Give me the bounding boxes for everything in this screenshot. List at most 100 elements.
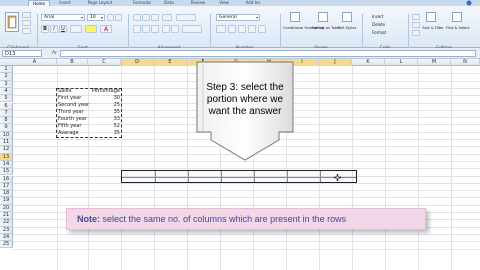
currency-icon[interactable] [216,25,226,33]
shrink-font-icon[interactable] [115,14,122,21]
increase-decimal-icon[interactable] [248,25,256,33]
row-header[interactable]: 20 [0,204,13,212]
align-middle-icon[interactable] [142,14,150,21]
conditional-formatting-icon[interactable] [290,12,300,22]
delete-cells-button[interactable]: Delete [372,22,385,27]
increase-indent-icon[interactable] [171,25,179,33]
paste-icon[interactable] [5,12,19,32]
row-header[interactable]: 8 [0,117,13,125]
column-header[interactable]: E [154,59,187,66]
table-row-label[interactable]: First year [58,95,81,102]
align-top-icon[interactable] [133,14,141,21]
table-row-value[interactable]: 35 [88,109,120,116]
font-size-select[interactable]: 10 ▾ [87,14,105,21]
row-header[interactable]: 15 [0,168,13,176]
grow-font-icon[interactable] [107,14,114,21]
format-cells-button[interactable]: Format [372,30,386,35]
row-header[interactable]: 14 [0,160,13,169]
row-header[interactable]: 3 [0,80,13,88]
align-center-icon[interactable] [142,25,150,33]
table-header-percentage[interactable]: Percentage [88,88,120,95]
formula-input[interactable] [60,50,476,57]
insert-function-icon[interactable]: fx [52,50,57,56]
autosum-icon[interactable] [412,14,420,20]
row-header[interactable]: 12 [0,146,13,154]
column-header[interactable]: N [451,59,480,66]
format-as-table-label[interactable]: Format as Table [312,26,340,31]
row-header[interactable]: 19 [0,197,13,205]
row-header[interactable]: 21 [0,212,13,220]
table-row-label[interactable]: Second year [58,102,89,109]
align-right-icon[interactable] [151,25,159,33]
table-row-label[interactable]: Fifth year [58,123,81,130]
sort-filter-icon[interactable] [426,12,436,22]
cell-styles-label[interactable]: Cell Styles [336,26,358,31]
format-painter-icon[interactable] [22,28,31,34]
column-header[interactable]: J [319,59,352,66]
align-left-icon[interactable] [133,25,141,33]
column-header[interactable]: A [13,59,57,66]
fill-icon[interactable] [412,22,420,28]
row-header[interactable]: 16 [0,175,13,183]
column-header[interactable]: K [352,59,385,66]
number-format-select[interactable]: General ▾ [216,14,260,21]
column-header[interactable]: D [121,59,154,66]
table-row-label[interactable]: Average [58,130,79,137]
table-row-value[interactable]: 30 [88,95,120,102]
table-row-label[interactable]: Third year [58,109,84,116]
row-header[interactable]: 5 [0,95,13,103]
table-row-value[interactable]: 35 [88,130,120,137]
name-box[interactable]: D13 [2,50,42,57]
conditional-formatting-label[interactable]: Conditional Formatting [283,26,324,31]
table-header-sales[interactable]: Sales [58,88,71,95]
copy-icon[interactable] [22,20,31,26]
sort-filter-label[interactable]: Sort & Filter [422,26,444,31]
format-as-table-icon[interactable] [318,12,328,22]
selected-range[interactable] [121,170,357,183]
orientation-icon[interactable] [162,14,172,21]
comma-style-icon[interactable] [238,25,246,33]
font-color-icon[interactable]: A [100,25,112,33]
bold-button[interactable]: B [41,25,49,33]
cell-styles-icon[interactable] [342,12,352,22]
row-header[interactable]: 25 [0,241,13,249]
row-header[interactable]: 17 [0,182,13,191]
row-header[interactable]: 24 [0,233,13,242]
align-bottom-icon[interactable] [151,14,159,21]
cut-icon[interactable] [22,12,31,18]
table-row-value[interactable]: 25 [88,102,120,109]
row-header[interactable]: 23 [0,226,13,234]
row-header[interactable]: 4 [0,87,13,96]
find-select-label[interactable]: Find & Select [446,26,470,31]
merge-center-icon[interactable] [182,25,202,33]
row-header[interactable]: 13 [0,153,13,161]
row-header[interactable]: 2 [0,73,13,81]
underline-button[interactable]: U [59,25,67,33]
wrap-text-icon[interactable] [176,14,196,21]
row-header[interactable]: 9 [0,124,13,132]
row-header[interactable]: 1 [0,66,13,74]
table-row-value[interactable]: 52 [88,123,120,130]
decrease-decimal-icon[interactable] [258,25,266,33]
column-header[interactable]: B [57,59,88,66]
table-row-value[interactable]: 33 [88,116,120,123]
italic-button[interactable]: I [50,25,58,33]
find-select-icon[interactable] [452,12,462,22]
table-row-label[interactable]: Fourth year [58,116,87,123]
borders-icon[interactable] [70,25,82,33]
row-header[interactable]: 22 [0,219,13,227]
column-header[interactable]: L [385,59,418,66]
percent-icon[interactable] [228,25,236,33]
insert-cells-button[interactable]: Insert [372,14,383,19]
row-header[interactable]: 18 [0,190,13,198]
clear-icon[interactable] [412,30,420,36]
font-name-select[interactable]: Arial ▾ [41,14,85,21]
column-header[interactable]: C [88,59,121,66]
row-header[interactable]: 7 [0,109,13,118]
decrease-indent-icon[interactable] [162,25,170,33]
row-header[interactable]: 11 [0,139,13,147]
row-header[interactable]: 10 [0,131,13,139]
column-header[interactable]: M [418,59,451,66]
fill-color-icon[interactable] [85,25,97,33]
row-header[interactable]: 6 [0,102,13,110]
